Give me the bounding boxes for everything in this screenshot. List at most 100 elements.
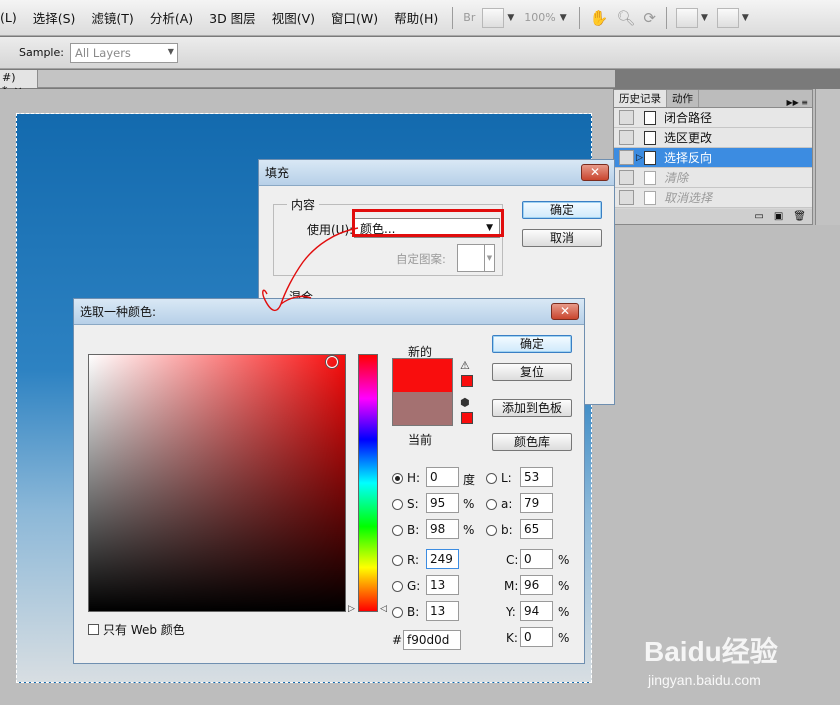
annotation-highlight-box [352, 209, 504, 237]
hex-input[interactable]: f90d0d [403, 630, 461, 650]
picker-ok-button[interactable]: 确定 [492, 335, 572, 353]
arrange-documents-button[interactable] [675, 7, 698, 28]
saturation-radio[interactable] [392, 499, 403, 510]
history-source-box[interactable] [619, 190, 634, 205]
web-colors-checkbox[interactable] [88, 624, 99, 635]
menu-item-3d[interactable]: 3D 图层 [201, 8, 264, 27]
history-item-label: 选择反向 [664, 151, 713, 165]
history-source-box[interactable] [619, 150, 634, 165]
history-source-box[interactable] [619, 170, 634, 185]
hand-tool-icon[interactable]: ✋ [586, 9, 613, 27]
gamut-warning-swatch[interactable] [461, 375, 473, 387]
hex-label: # [392, 633, 403, 647]
menu-item-window[interactable]: 窗口(W) [323, 8, 386, 27]
menu-item-select[interactable]: 选择(S) [25, 8, 84, 27]
cyan-input[interactable]: 0 [520, 549, 553, 569]
brightness-radio[interactable] [392, 525, 403, 536]
saturation-input[interactable]: 95 [426, 493, 459, 513]
web-safe-swatch[interactable] [461, 412, 473, 424]
chevron-down-icon[interactable]: ▼ [701, 13, 708, 23]
lab-b-input[interactable]: 65 [520, 519, 553, 539]
tab-history[interactable]: 历史记录 [614, 90, 667, 107]
color-field[interactable] [88, 354, 346, 612]
hue-slider[interactable] [358, 354, 378, 612]
screen-mode-button[interactable] [716, 7, 739, 28]
add-to-swatches-button[interactable]: 添加到色板 [492, 399, 572, 417]
history-item[interactable]: 取消选择 [614, 188, 812, 208]
hue-unit: 度 [463, 473, 476, 487]
watermark-url: jingyan.baidu.com [648, 672, 761, 688]
brightness-unit: % [463, 523, 475, 537]
close-icon[interactable]: ✕ [581, 164, 609, 181]
lightness-radio[interactable] [486, 473, 497, 484]
color-field-marker[interactable] [326, 356, 338, 368]
rotate-view-icon[interactable]: ⟳ [639, 9, 660, 27]
history-item-label: 闭合路径 [664, 111, 713, 125]
document-tab[interactable]: #) *× [0, 70, 38, 97]
lab-b-label: b: [501, 523, 513, 537]
history-item[interactable]: 清除 [614, 168, 812, 188]
panel-menu-icon[interactable]: ▶▶ ≡ [782, 98, 812, 107]
black-unit: % [558, 631, 570, 645]
hue-radio[interactable] [392, 473, 403, 484]
menu-bar: (L) 选择(S) 滤镜(T) 分析(A) 3D 图层 视图(V) 窗口(W) … [0, 0, 840, 36]
fill-ok-button[interactable]: 确定 [522, 201, 602, 219]
color-picker-titlebar[interactable]: 选取一种颜色: ✕ [74, 299, 584, 325]
green-input[interactable]: 13 [426, 575, 459, 595]
new-snapshot-icon[interactable]: ▣ [774, 211, 783, 222]
menu-separator [578, 6, 580, 29]
lab-a-input[interactable]: 79 [520, 493, 553, 513]
fill-dialog-titlebar[interactable]: 填充 ✕ [259, 160, 614, 186]
history-item-selected[interactable]: ▷ 选择反向 [614, 148, 812, 168]
sample-select[interactable]: All Layers ▼ [69, 42, 178, 63]
history-source-box[interactable] [619, 130, 634, 145]
hue-input[interactable]: 0 [426, 467, 459, 487]
bridge-button[interactable]: Br [459, 11, 479, 24]
magenta-input[interactable]: 96 [520, 575, 553, 595]
web-colors-label: 只有 Web 颜色 [103, 623, 185, 637]
hue-slider-left-handle[interactable]: ▷ [348, 604, 355, 614]
menu-item-view[interactable]: 视图(V) [264, 8, 323, 27]
red-input[interactable]: 249 [426, 549, 459, 569]
menu-item-help[interactable]: 帮助(H) [386, 8, 446, 27]
history-slider-icon[interactable]: ▷ [636, 153, 643, 163]
chevron-down-icon[interactable]: ▼ [507, 13, 514, 23]
zoom-level[interactable]: 100% [520, 11, 559, 24]
history-item[interactable]: 选区更改 [614, 128, 812, 148]
brightness-input[interactable]: 98 [426, 519, 459, 539]
custom-pattern-picker[interactable]: ▼ [457, 244, 495, 272]
black-input[interactable]: 0 [520, 627, 553, 647]
chevron-down-icon[interactable]: ▼ [742, 13, 749, 23]
menu-item-layer[interactable]: (L) [0, 10, 25, 25]
lab-a-radio[interactable] [486, 499, 497, 510]
chevron-down-icon[interactable]: ▼ [560, 13, 567, 23]
history-item[interactable]: 闭合路径 [614, 108, 812, 128]
history-step-icon [644, 130, 656, 145]
menu-item-filter[interactable]: 滤镜(T) [83, 8, 141, 27]
color-picker-dialog: 选取一种颜色: ✕ ▷ ◁ 只有 Web 颜色 新的 当前 ⚠ ⬢ 确定 复位 … [73, 298, 585, 664]
green-label: G: [407, 579, 421, 593]
web-safe-cube-icon[interactable]: ⬢ [460, 396, 470, 409]
picker-reset-button[interactable]: 复位 [492, 363, 572, 381]
web-colors-only[interactable]: 只有 Web 颜色 [88, 621, 185, 638]
color-libraries-button[interactable]: 颜色库 [492, 433, 572, 451]
trash-icon[interactable]: 🗑︎ [793, 211, 806, 222]
yellow-input[interactable]: 94 [520, 601, 553, 621]
current-color-swatch[interactable] [392, 392, 453, 426]
red-radio[interactable] [392, 555, 403, 566]
new-document-from-state-icon[interactable]: ▭ [754, 211, 763, 222]
green-radio[interactable] [392, 581, 403, 592]
lightness-input[interactable]: 53 [520, 467, 553, 487]
lab-b-radio[interactable] [486, 525, 497, 536]
history-source-box[interactable] [619, 110, 634, 125]
hue-slider-right-handle[interactable]: ◁ [380, 604, 387, 614]
blue-radio[interactable] [392, 607, 403, 618]
menu-item-analysis[interactable]: 分析(A) [142, 8, 201, 27]
fill-cancel-button[interactable]: 取消 [522, 229, 602, 247]
blue-input[interactable]: 13 [426, 601, 459, 621]
tab-actions[interactable]: 动作 [667, 90, 699, 107]
close-icon[interactable]: ✕ [551, 303, 579, 320]
zoom-tool-icon[interactable]: 🔍︎ [612, 9, 639, 27]
screen-layout-button[interactable] [482, 7, 505, 28]
gamut-warning-icon[interactable]: ⚠ [460, 359, 470, 372]
